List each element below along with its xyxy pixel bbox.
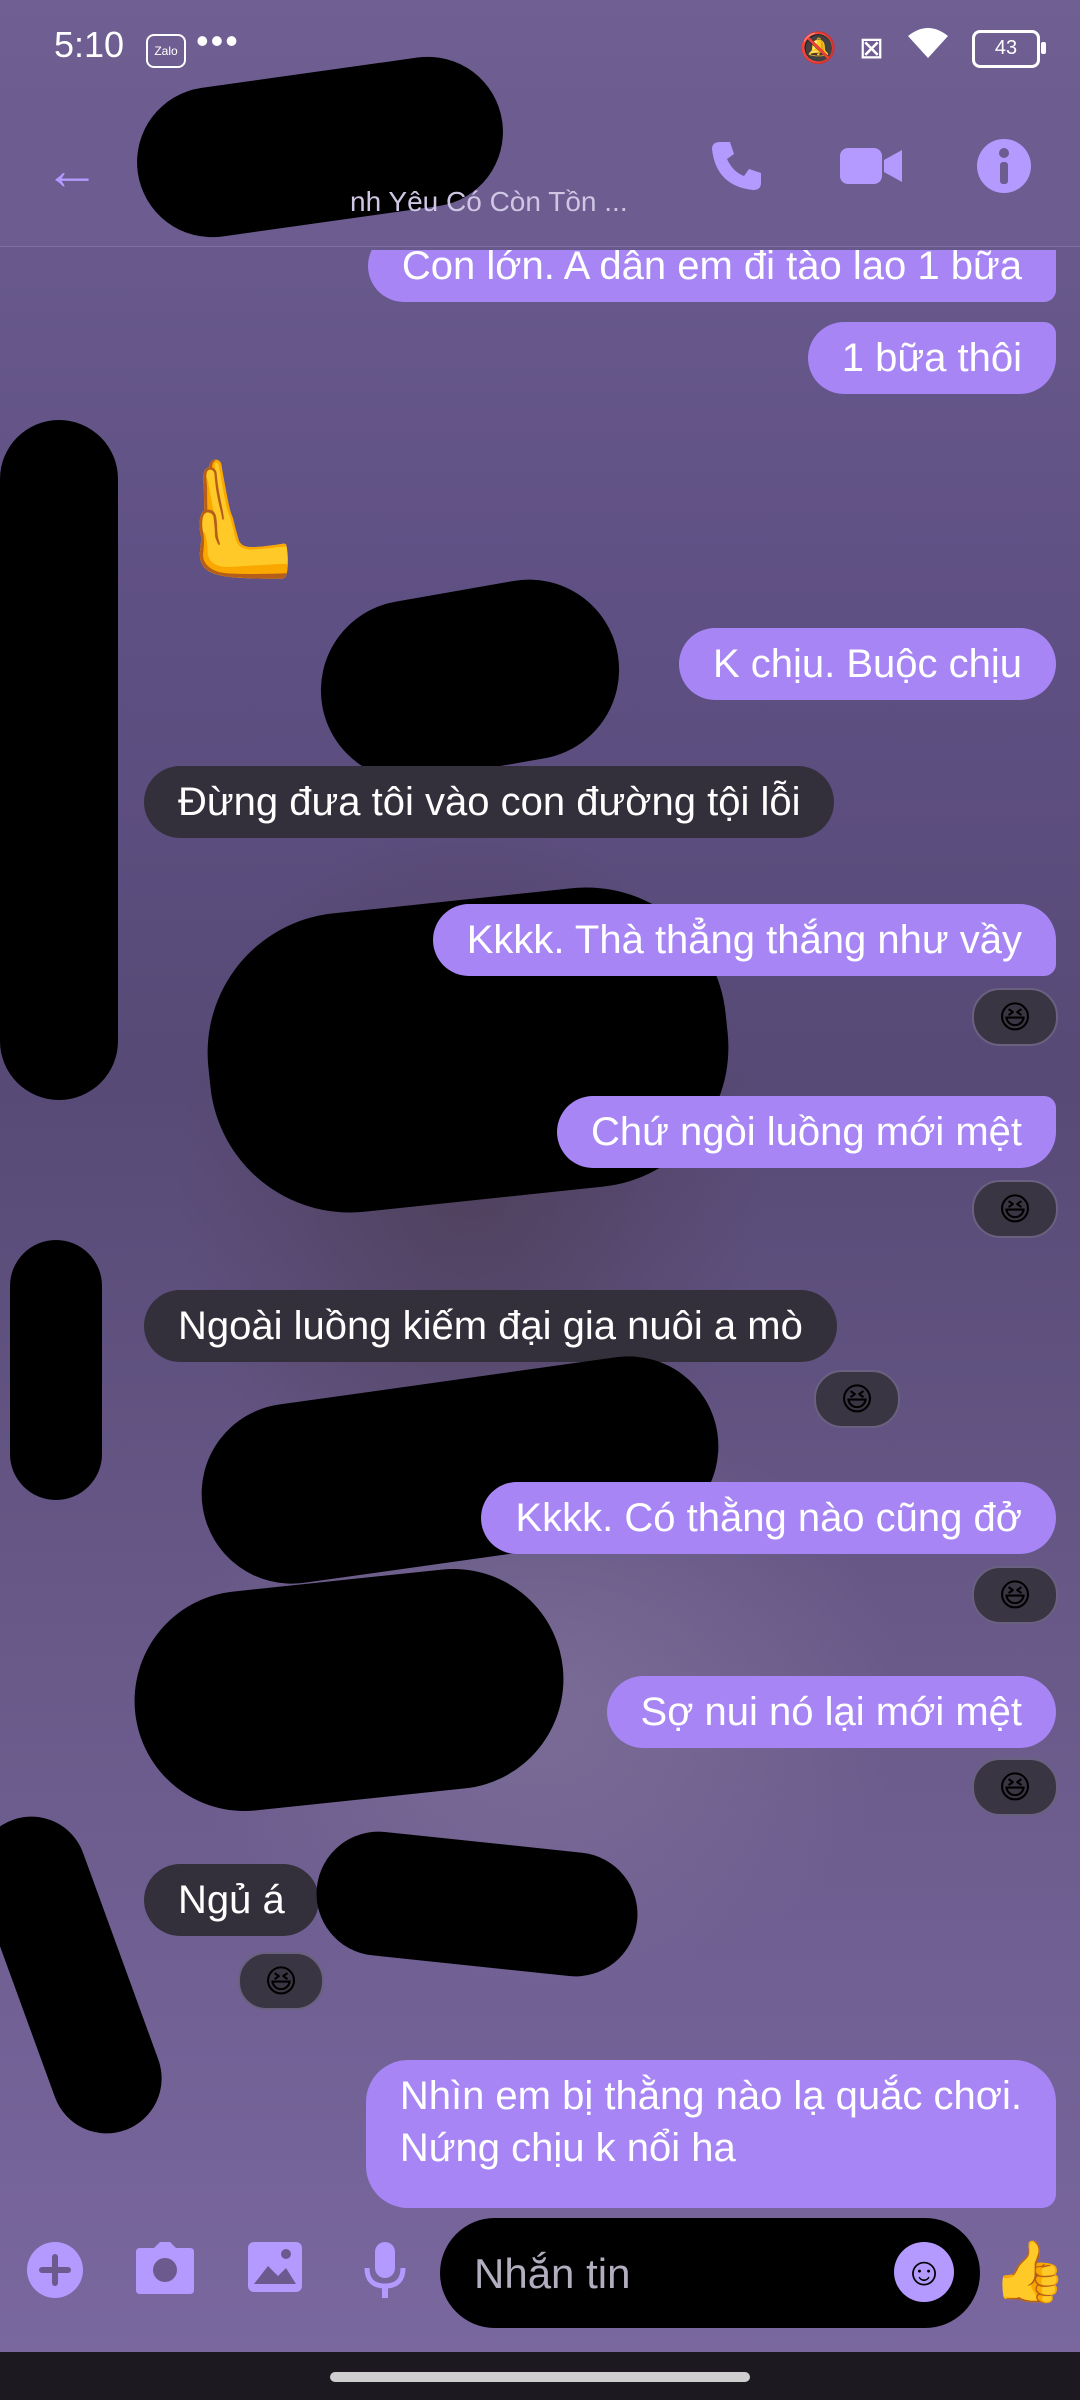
info-icon[interactable]: [974, 136, 1034, 207]
chat-header: ← nh Yêu Có Còn Tồn ...: [0, 47, 1080, 247]
no-sim-icon: ⊠: [858, 31, 884, 65]
message-input[interactable]: Nhắn tin ☺: [440, 2218, 980, 2328]
message-line: Nứng chịu k nổi ha: [399, 2126, 736, 2170]
message-line: Nhìn em bị thằng nào lạ quắc chơi.: [399, 2074, 1022, 2118]
home-indicator[interactable]: [330, 2372, 750, 2382]
reaction-badge[interactable]: 😆: [972, 1758, 1058, 1816]
message-bubble-sent[interactable]: Nhìn em bị thằng nào lạ quắc chơi. Nứng …: [365, 2060, 1056, 2208]
message-bubble-sent[interactable]: K chịu. Buộc chịu: [678, 628, 1056, 700]
reaction-badge[interactable]: 😆: [972, 988, 1058, 1046]
back-arrow-icon[interactable]: ←: [44, 140, 100, 200]
thumbs-up-icon[interactable]: 👍: [992, 2236, 1067, 2307]
more-notifications-icon: •••: [196, 20, 240, 61]
mute-icon: 🔕: [799, 31, 837, 65]
plus-icon[interactable]: [20, 2240, 90, 2312]
status-bar: 5:10 Zalo ••• 🔕 ⊠ 43: [0, 0, 1080, 100]
message-bubble-sent[interactable]: Sợ nui nó lại mới mệt: [606, 1676, 1056, 1748]
redacted-avatar-area: [0, 420, 118, 1100]
contact-subtitle[interactable]: nh Yêu Có Còn Tồn ...: [350, 186, 628, 218]
reaction-badge[interactable]: 😆: [972, 1180, 1058, 1238]
redacted-avatar-area: [10, 1240, 102, 1500]
message-bubble-sent[interactable]: 1 bữa thôi: [807, 322, 1056, 394]
message-bubble-received[interactable]: Ngoài luồng kiếm đại gia nuôi a mò: [144, 1290, 837, 1362]
battery-icon: 43: [972, 29, 1046, 68]
emoji-icon[interactable]: ☺: [894, 2242, 954, 2302]
reaction-badge[interactable]: 😆: [238, 1952, 324, 2010]
message-bubble-sent[interactable]: Kkkk. Thà thẳng thắng như vầy: [432, 904, 1056, 976]
message-composer: Nhắn tin ☺ 👍: [0, 2200, 1080, 2350]
status-time: 5:10: [54, 24, 125, 65]
message-bubble-received[interactable]: Đừng đưa tôi vào con đường tội lỗi: [144, 766, 835, 838]
video-call-icon[interactable]: [836, 136, 906, 207]
hand-emoji-message[interactable]: 🫷: [160, 454, 307, 584]
message-bubble-received[interactable]: Ngủ á: [144, 1864, 319, 1936]
reaction-badge[interactable]: 😆: [814, 1370, 900, 1428]
reaction-badge[interactable]: 😆: [972, 1566, 1058, 1624]
message-bubble-sent[interactable]: Kkkk. Có thằng nào cũng đở: [481, 1482, 1056, 1554]
zalo-notification-icon: Zalo: [146, 34, 186, 68]
camera-icon[interactable]: [130, 2240, 200, 2308]
microphone-icon[interactable]: [350, 2240, 420, 2312]
phone-icon[interactable]: [706, 136, 766, 207]
wifi-icon: [906, 26, 950, 71]
message-bubble-sent[interactable]: Chứ ngòi luồng mới mệt: [557, 1096, 1056, 1168]
message-input-placeholder[interactable]: Nhắn tin: [474, 2250, 630, 2298]
system-nav-bar: [0, 2352, 1080, 2400]
gallery-icon[interactable]: [240, 2240, 310, 2306]
